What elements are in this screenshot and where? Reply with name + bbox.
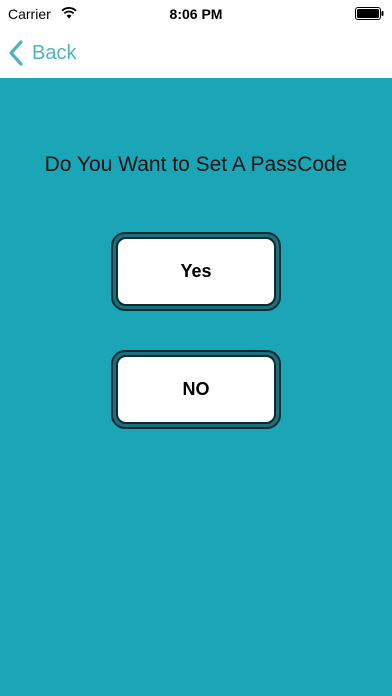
status-bar: Carrier 8:06 PM: [0, 0, 392, 28]
navigation-bar: Back: [0, 28, 392, 78]
no-button-label: NO: [116, 355, 276, 424]
status-time: 8:06 PM: [169, 6, 223, 22]
back-button[interactable]: Back: [8, 38, 76, 68]
chevron-left-icon: [9, 40, 23, 66]
no-button[interactable]: NO: [111, 350, 281, 429]
main-content: Do You Want to Set A PassCode Yes NO: [0, 78, 392, 696]
yes-button[interactable]: Yes: [111, 232, 281, 311]
battery-icon: [355, 7, 384, 20]
passcode-prompt: Do You Want to Set A PassCode: [44, 153, 348, 176]
back-label: Back: [32, 41, 77, 64]
app-screen: Carrier 8:06 PM Back Do You Want to Set …: [0, 0, 392, 696]
yes-button-label: Yes: [116, 237, 276, 306]
